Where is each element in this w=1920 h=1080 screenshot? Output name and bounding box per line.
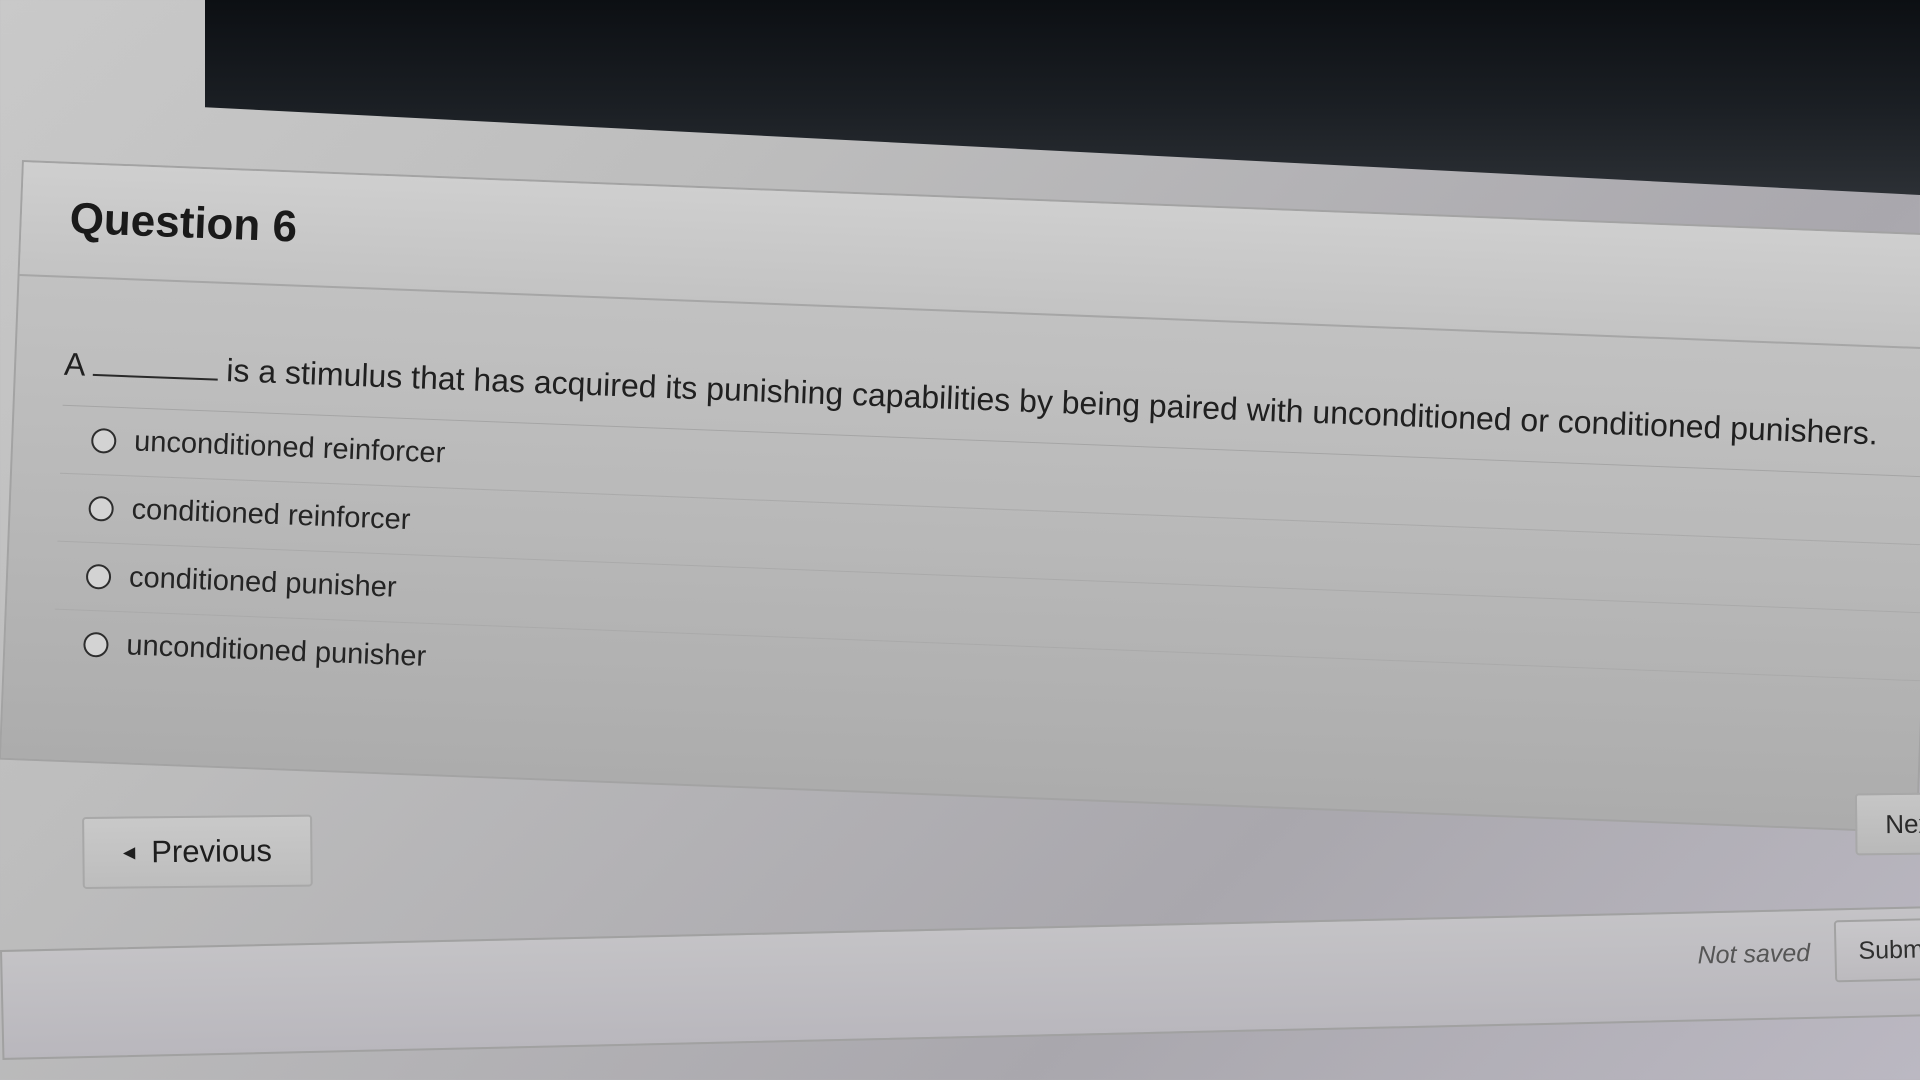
option-label: unconditioned reinforcer xyxy=(133,425,446,470)
question-prefix: A xyxy=(63,345,87,383)
previous-label: Previous xyxy=(151,833,273,870)
answer-options: unconditioned reinforcer conditioned rei… xyxy=(52,404,1920,749)
screen-top-dark-area xyxy=(205,0,1920,195)
radio-button[interactable] xyxy=(82,631,109,658)
radio-button[interactable] xyxy=(85,563,112,590)
question-title: Question 6 xyxy=(68,193,298,252)
previous-button[interactable]: ◀ Previous xyxy=(82,814,313,889)
submit-button[interactable]: Submit xyxy=(1833,917,1920,983)
save-status: Not saved xyxy=(1697,938,1811,970)
caret-left-icon: ◀ xyxy=(122,844,136,862)
question-body: Ais a stimulus that has acquired its pun… xyxy=(4,276,1920,749)
option-label: unconditioned punisher xyxy=(125,629,427,673)
question-navigation: ◀ Previous Next xyxy=(82,791,1920,892)
next-label: Next xyxy=(1885,808,1920,839)
radio-button[interactable] xyxy=(88,495,115,522)
option-label: conditioned reinforcer xyxy=(131,493,411,537)
question-card: Question 6 Ais a stimulus that has acqui… xyxy=(0,160,1920,834)
quiz-footer: Not saved Submit xyxy=(0,905,1920,1060)
option-label: conditioned punisher xyxy=(128,561,398,604)
fill-in-blank xyxy=(93,373,219,381)
submit-label: Submit xyxy=(1858,934,1920,965)
next-button[interactable]: Next xyxy=(1854,791,1920,856)
radio-button[interactable] xyxy=(90,427,117,454)
